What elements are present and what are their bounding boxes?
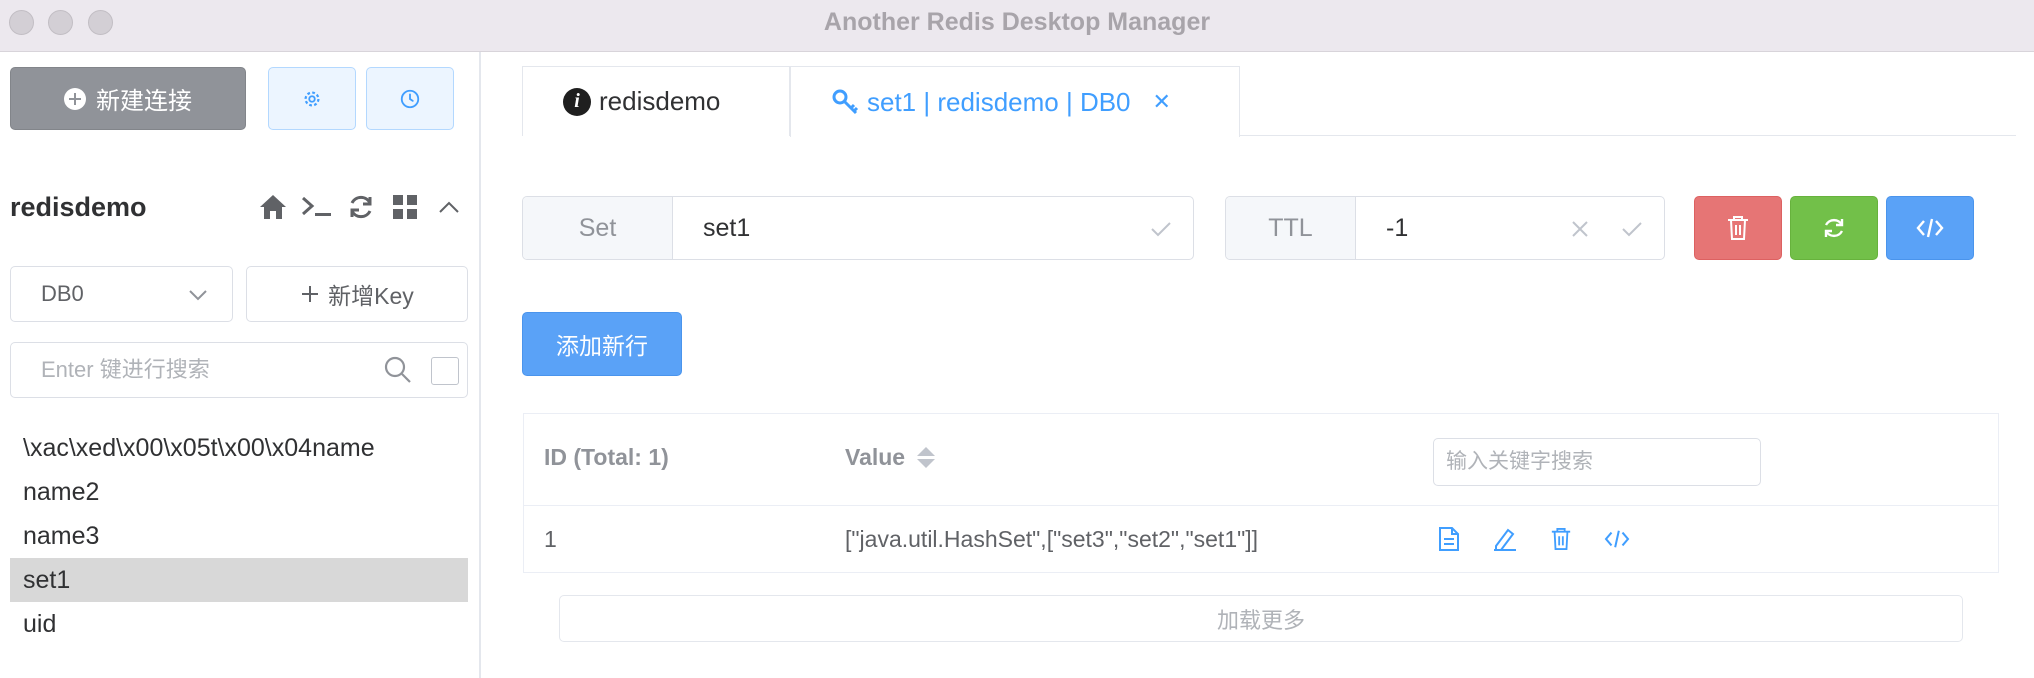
history-button[interactable] [366, 67, 454, 130]
sort-icon[interactable] [917, 447, 936, 468]
main-panel: i redisdemo set1 | redisdemo | DB0 ✕ Set… [483, 52, 2034, 678]
key-name-field: Set set1 [522, 196, 1194, 260]
value-column-header[interactable]: Value [845, 444, 936, 471]
exact-match-checkbox[interactable] [431, 357, 459, 385]
refresh-key-button[interactable] [1790, 196, 1878, 260]
search-icon[interactable] [383, 355, 413, 385]
tab-label: redisdemo [599, 86, 721, 116]
row-actions [1434, 524, 1632, 554]
clock-icon [400, 89, 420, 108]
chevron-down-icon [189, 290, 207, 301]
tab-redisdemo[interactable]: i redisdemo [522, 66, 790, 136]
dump-command-button[interactable] [1886, 196, 1974, 260]
check-icon[interactable] [1149, 217, 1173, 241]
db-select-value: DB0 [41, 281, 84, 306]
add-row-button[interactable]: 添加新行 [522, 312, 682, 376]
table-header: ID (Total: 1) Value [524, 414, 1998, 506]
delete-key-button[interactable] [1694, 196, 1782, 260]
row-value: ["java.util.HashSet",["set3","set2","set… [845, 526, 1259, 552]
settings-button[interactable] [268, 67, 356, 130]
tab-label: set1 | redisdemo | DB0 [867, 86, 1131, 117]
table-search-input[interactable] [1446, 448, 1746, 476]
ttl-input[interactable]: -1 [1356, 197, 1664, 259]
plus-icon [302, 286, 319, 302]
view-document-icon[interactable] [1434, 524, 1464, 554]
trash-icon[interactable] [1546, 524, 1576, 554]
sidebar: 新建连接 redisdemo DB0 新增Key Enter 键进行搜索 \xa… [0, 52, 481, 678]
new-connection-button[interactable]: 新建连接 [10, 67, 246, 130]
row-id: 1 [544, 526, 557, 552]
table-search-box [1433, 438, 1761, 486]
plus-circle-icon [64, 87, 86, 110]
home-icon[interactable] [256, 190, 290, 224]
connection-toolbar [256, 190, 466, 224]
db-select[interactable]: DB0 [10, 266, 233, 322]
refresh-icon[interactable] [344, 190, 378, 224]
load-more-button[interactable]: 加载更多 [559, 595, 1963, 642]
key-list-item-selected[interactable]: set1 [10, 558, 468, 602]
key-search-input[interactable] [41, 355, 371, 385]
key-list-item[interactable]: name3 [10, 514, 468, 558]
edit-icon[interactable] [1490, 524, 1520, 554]
key-name-value: set1 [703, 213, 751, 242]
key-icon [832, 89, 859, 115]
connection-name[interactable]: redisdemo [10, 192, 147, 223]
ttl-label: TTL [1226, 197, 1356, 259]
key-type-label: Set [523, 197, 673, 259]
key-list-item[interactable]: \xac\xed\x00\x05t\x00\x04name [10, 426, 468, 470]
info-icon: i [563, 87, 591, 116]
refresh-icon [1824, 218, 1844, 238]
value-header-label: Value [845, 444, 906, 470]
key-search-box [10, 342, 468, 398]
clear-icon[interactable] [1568, 217, 1592, 241]
close-icon[interactable]: ✕ [1153, 89, 1171, 115]
add-key-label: 新增Key [328, 283, 414, 309]
id-column-header: ID (Total: 1) [544, 444, 669, 470]
key-list-item[interactable]: uid [10, 602, 468, 646]
chevron-up-icon[interactable] [432, 190, 466, 224]
trash-icon [1728, 216, 1748, 240]
add-key-button[interactable]: 新增Key [246, 266, 468, 322]
tabs-bar: i redisdemo set1 | redisdemo | DB0 ✕ [522, 66, 2016, 137]
check-icon[interactable] [1620, 217, 1644, 241]
set-members-table: ID (Total: 1) Value 1 ["java.util.HashSe… [523, 413, 1999, 573]
ttl-value: -1 [1386, 213, 1409, 242]
ttl-field: TTL -1 [1225, 196, 1665, 260]
code-icon [1916, 218, 1944, 238]
gear-icon [304, 90, 320, 107]
key-list-item[interactable]: name2 [10, 470, 468, 514]
title-bar: Another Redis Desktop Manager [0, 0, 2034, 52]
tab-set1[interactable]: set1 | redisdemo | DB0 ✕ [790, 66, 1240, 137]
key-list: \xac\xed\x00\x05t\x00\x04name name2 name… [10, 426, 468, 646]
code-icon[interactable] [1602, 524, 1632, 554]
new-connection-label: 新建连接 [96, 88, 192, 115]
key-name-input[interactable]: set1 [673, 197, 1193, 259]
table-row: 1 ["java.util.HashSet",["set3","set2","s… [524, 506, 1998, 572]
grid-icon[interactable] [388, 190, 422, 224]
terminal-icon[interactable] [300, 190, 334, 224]
window-title: Another Redis Desktop Manager [823, 8, 1211, 36]
